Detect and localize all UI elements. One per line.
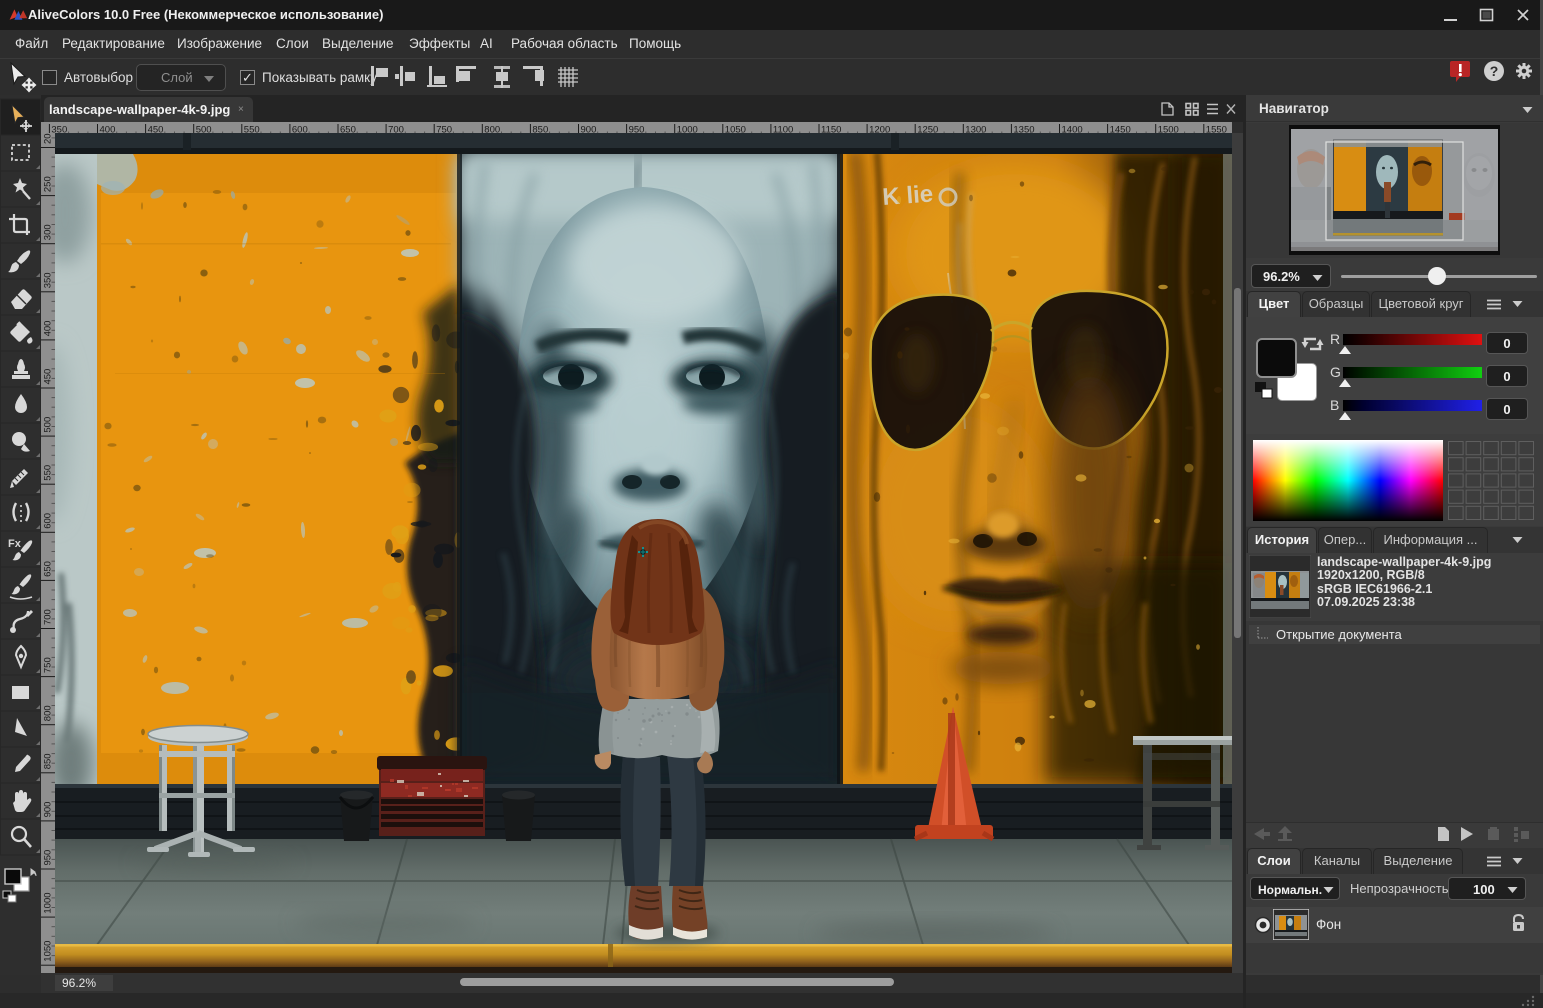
svg-text:650: 650 <box>43 561 54 577</box>
svg-text:550: 550 <box>43 465 54 481</box>
svg-text:1200: 1200 <box>869 125 890 133</box>
svg-text:300: 300 <box>43 224 54 240</box>
svg-text:600: 600 <box>43 513 54 529</box>
svg-text:250: 250 <box>43 176 54 192</box>
svg-text:800: 800 <box>43 705 54 721</box>
svg-text:1000: 1000 <box>677 125 698 133</box>
svg-text:1050: 1050 <box>725 125 746 133</box>
svg-text:400: 400 <box>43 321 54 337</box>
svg-text:1350: 1350 <box>1013 125 1034 133</box>
svg-text:?: ? <box>1490 63 1499 79</box>
svg-text:700: 700 <box>43 609 54 625</box>
svg-text:450: 450 <box>43 369 54 385</box>
svg-text:1300: 1300 <box>965 125 986 133</box>
svg-text:1050: 1050 <box>43 941 54 962</box>
svg-text:850: 850 <box>43 753 54 769</box>
svg-text:1000: 1000 <box>43 892 54 913</box>
svg-text:1250: 1250 <box>917 125 938 133</box>
svg-text:900: 900 <box>43 802 54 818</box>
svg-text:750: 750 <box>43 657 54 673</box>
svg-text:Fx: Fx <box>8 538 22 550</box>
svg-text:350: 350 <box>43 272 54 288</box>
svg-text:1450: 1450 <box>1110 125 1131 133</box>
svg-text:200: 200 <box>43 133 54 144</box>
svg-text:500: 500 <box>43 417 54 433</box>
svg-text:1550: 1550 <box>1206 125 1227 133</box>
svg-text:950: 950 <box>43 850 54 866</box>
svg-text:1400: 1400 <box>1062 125 1083 133</box>
svg-text:1500: 1500 <box>1158 125 1179 133</box>
svg-text:K lie: K lie <box>882 181 934 211</box>
